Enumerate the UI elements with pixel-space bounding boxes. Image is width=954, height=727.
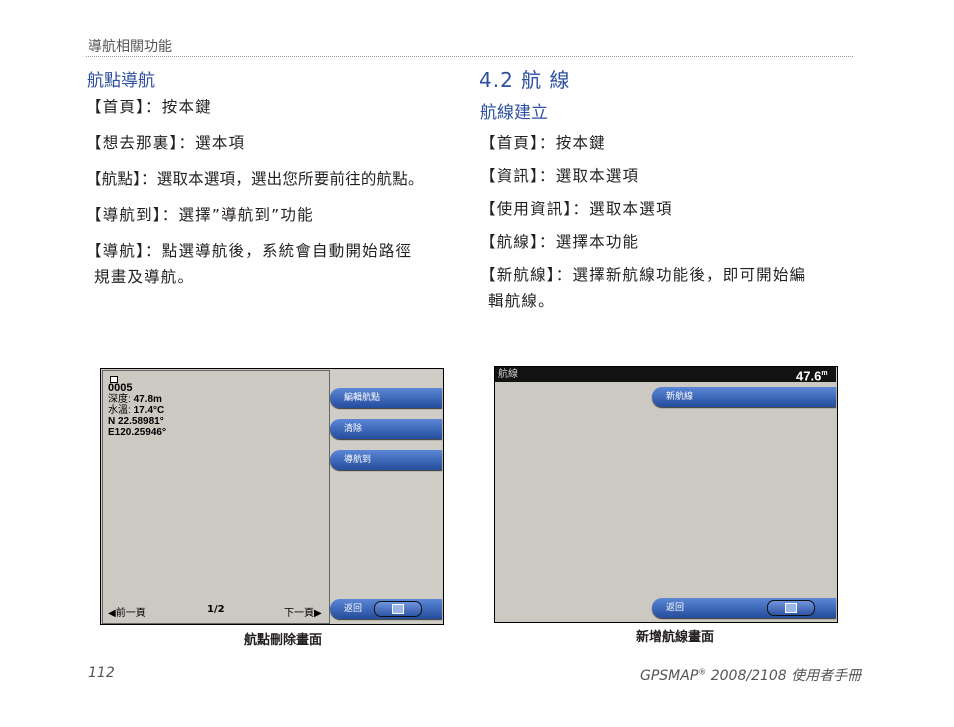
left-screenshot-caption: 航點刪除畫面 [243, 633, 322, 648]
title-bar [495, 367, 836, 382]
longitude: E120.25946° [108, 427, 166, 438]
list-item: 【導航到】：選擇”導航到”功能 [86, 206, 314, 224]
depth-unit: m [821, 370, 828, 377]
header-divider [86, 56, 853, 57]
list-item-text: 【新航線】：選擇新航線功能後，即可開始編 [480, 266, 807, 284]
right-instruction-list: 【首頁】：按本鍵 【資訊】：選取本選項 【使用資訊】：選取本選項 【航線】：選擇… [480, 130, 860, 314]
left-section-title: 航點導航 [87, 71, 155, 91]
next-page-link[interactable]: 下一頁▶ [284, 604, 322, 619]
latitude: N 22.58981° [108, 416, 164, 427]
waypoint-details: 0005 深度: 47.8m 水溫: 17.4°C N 22.58981° E1… [108, 382, 166, 439]
menu-pill [767, 600, 815, 616]
list-item: 【使用資訊】：選取本選項 [480, 200, 673, 218]
list-item: 【想去那裏】：選本項 [86, 134, 246, 152]
page-indicator: 1/2 [207, 604, 225, 615]
new-route-button[interactable]: 新航線 [652, 387, 836, 407]
triangle-left-icon: ◀ [108, 608, 116, 619]
manual-title-rest: 2008/2108 使用者手冊 [706, 668, 862, 684]
temp-row: 水溫: 17.4°C [108, 405, 166, 416]
list-item: 【資訊】：選取本選項 [480, 167, 640, 185]
back-button-label: 返回 [344, 604, 363, 614]
list-item: 【首頁】：按本鍵 [86, 98, 212, 116]
list-item-text: 【導航】：點選導航後，系統會自動開始路徑 [86, 242, 413, 260]
list-item-continuation: 規畫及導航。 [94, 268, 195, 286]
clear-button[interactable]: 清除 [330, 419, 442, 439]
menu-buttons: 編輯航點 清除 導航到 返回 [330, 370, 442, 623]
navigate-to-button[interactable]: 導航到 [330, 450, 442, 470]
page-icon [785, 603, 797, 613]
depth-label: 深度: [108, 394, 131, 405]
list-item: 【航線】：選擇本功能 [480, 233, 640, 251]
right-section-title: 4.2 航 線 [479, 68, 571, 92]
menu-pill [374, 601, 422, 617]
next-page-label: 下一頁 [284, 608, 314, 619]
list-item: 【新航線】：選擇新航線功能後，即可開始編 輯航線。 [480, 262, 860, 314]
list-item-continuation: 輯航線。 [488, 292, 555, 310]
prev-page-label: 前一頁 [115, 608, 146, 619]
manual-title: GPSMAP® 2008/2108 使用者手冊 [640, 665, 861, 685]
left-instruction-list: 【首頁】：按本鍵 【想去那裏】：選本項 【航點】：選取本選項，選出您所要前往的航… [86, 94, 466, 290]
temp-label: 水溫: [108, 405, 131, 416]
back-button[interactable]: 返回 [652, 598, 836, 618]
list-item: 【航點】：選取本選項，選出您所要前往的航點。 [86, 170, 424, 188]
page-icon [392, 604, 404, 614]
waypoint-name: 0005 [108, 382, 133, 394]
page-number: 112 [88, 665, 115, 681]
right-section-subtitle: 航線建立 [480, 103, 548, 123]
back-button[interactable]: 返回 [330, 599, 442, 619]
right-screenshot-caption: 新增航線畫面 [635, 630, 714, 645]
prev-page-link[interactable]: ◀前一頁 [108, 604, 146, 619]
triangle-right-icon: ▶ [314, 608, 322, 619]
chapter-header: 導航相關功能 [88, 39, 172, 55]
temp-value: 17.4°C [133, 405, 165, 416]
depth-reading: 47.6m [796, 366, 828, 384]
list-item: 【首頁】：按本鍵 [480, 134, 606, 152]
route-screen-title: 航線 [498, 369, 518, 380]
depth-reading-value: 47.6 [796, 368, 822, 384]
depth-row: 深度: 47.8m [108, 394, 166, 405]
back-button-label: 返回 [666, 603, 685, 613]
depth-value: 47.8m [133, 394, 162, 405]
manual-title-brand: GPSMAP [640, 668, 699, 684]
list-item: 【導航】：點選導航後，系統會自動開始路徑 規畫及導航。 [86, 238, 466, 290]
edit-waypoint-button[interactable]: 編輯航點 [330, 388, 442, 408]
